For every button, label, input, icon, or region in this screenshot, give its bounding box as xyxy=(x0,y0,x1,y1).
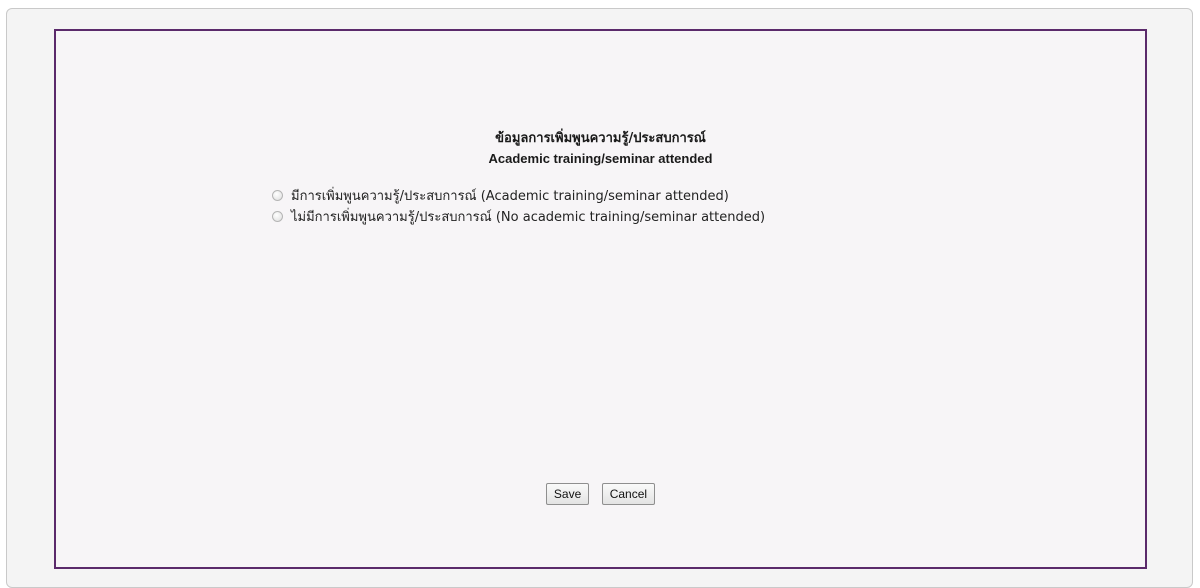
form-title-english: Academic training/seminar attended xyxy=(488,151,713,166)
radio-attended[interactable] xyxy=(272,190,283,201)
option-attended[interactable]: มีการเพิ่มพูนความรู้/ประสบการณ์ (Academi… xyxy=(272,185,765,206)
save-button[interactable]: Save xyxy=(545,483,590,505)
option-attended-label[interactable]: มีการเพิ่มพูนความรู้/ประสบการณ์ (Academi… xyxy=(291,185,729,206)
form-title-thai: ข้อมูลการเพิ่มพูนความรู้/ประสบการณ์ xyxy=(495,131,706,146)
radio-not-attended[interactable] xyxy=(272,211,283,222)
form-frame: ข้อมูลการเพิ่มพูนความรู้/ประสบการณ์ Acad… xyxy=(54,29,1147,569)
training-options: มีการเพิ่มพูนความรู้/ประสบการณ์ (Academi… xyxy=(272,185,765,227)
cancel-button[interactable]: Cancel xyxy=(601,483,656,505)
form-actions: Save Cancel xyxy=(56,483,1145,505)
top-strip xyxy=(0,0,1200,8)
option-not-attended-label[interactable]: ไม่มีการเพิ่มพูนความรู้/ประสบการณ์ (No a… xyxy=(291,206,765,227)
form-header: ข้อมูลการเพิ่มพูนความรู้/ประสบการณ์ Acad… xyxy=(56,129,1145,169)
option-not-attended[interactable]: ไม่มีการเพิ่มพูนความรู้/ประสบการณ์ (No a… xyxy=(272,206,765,227)
